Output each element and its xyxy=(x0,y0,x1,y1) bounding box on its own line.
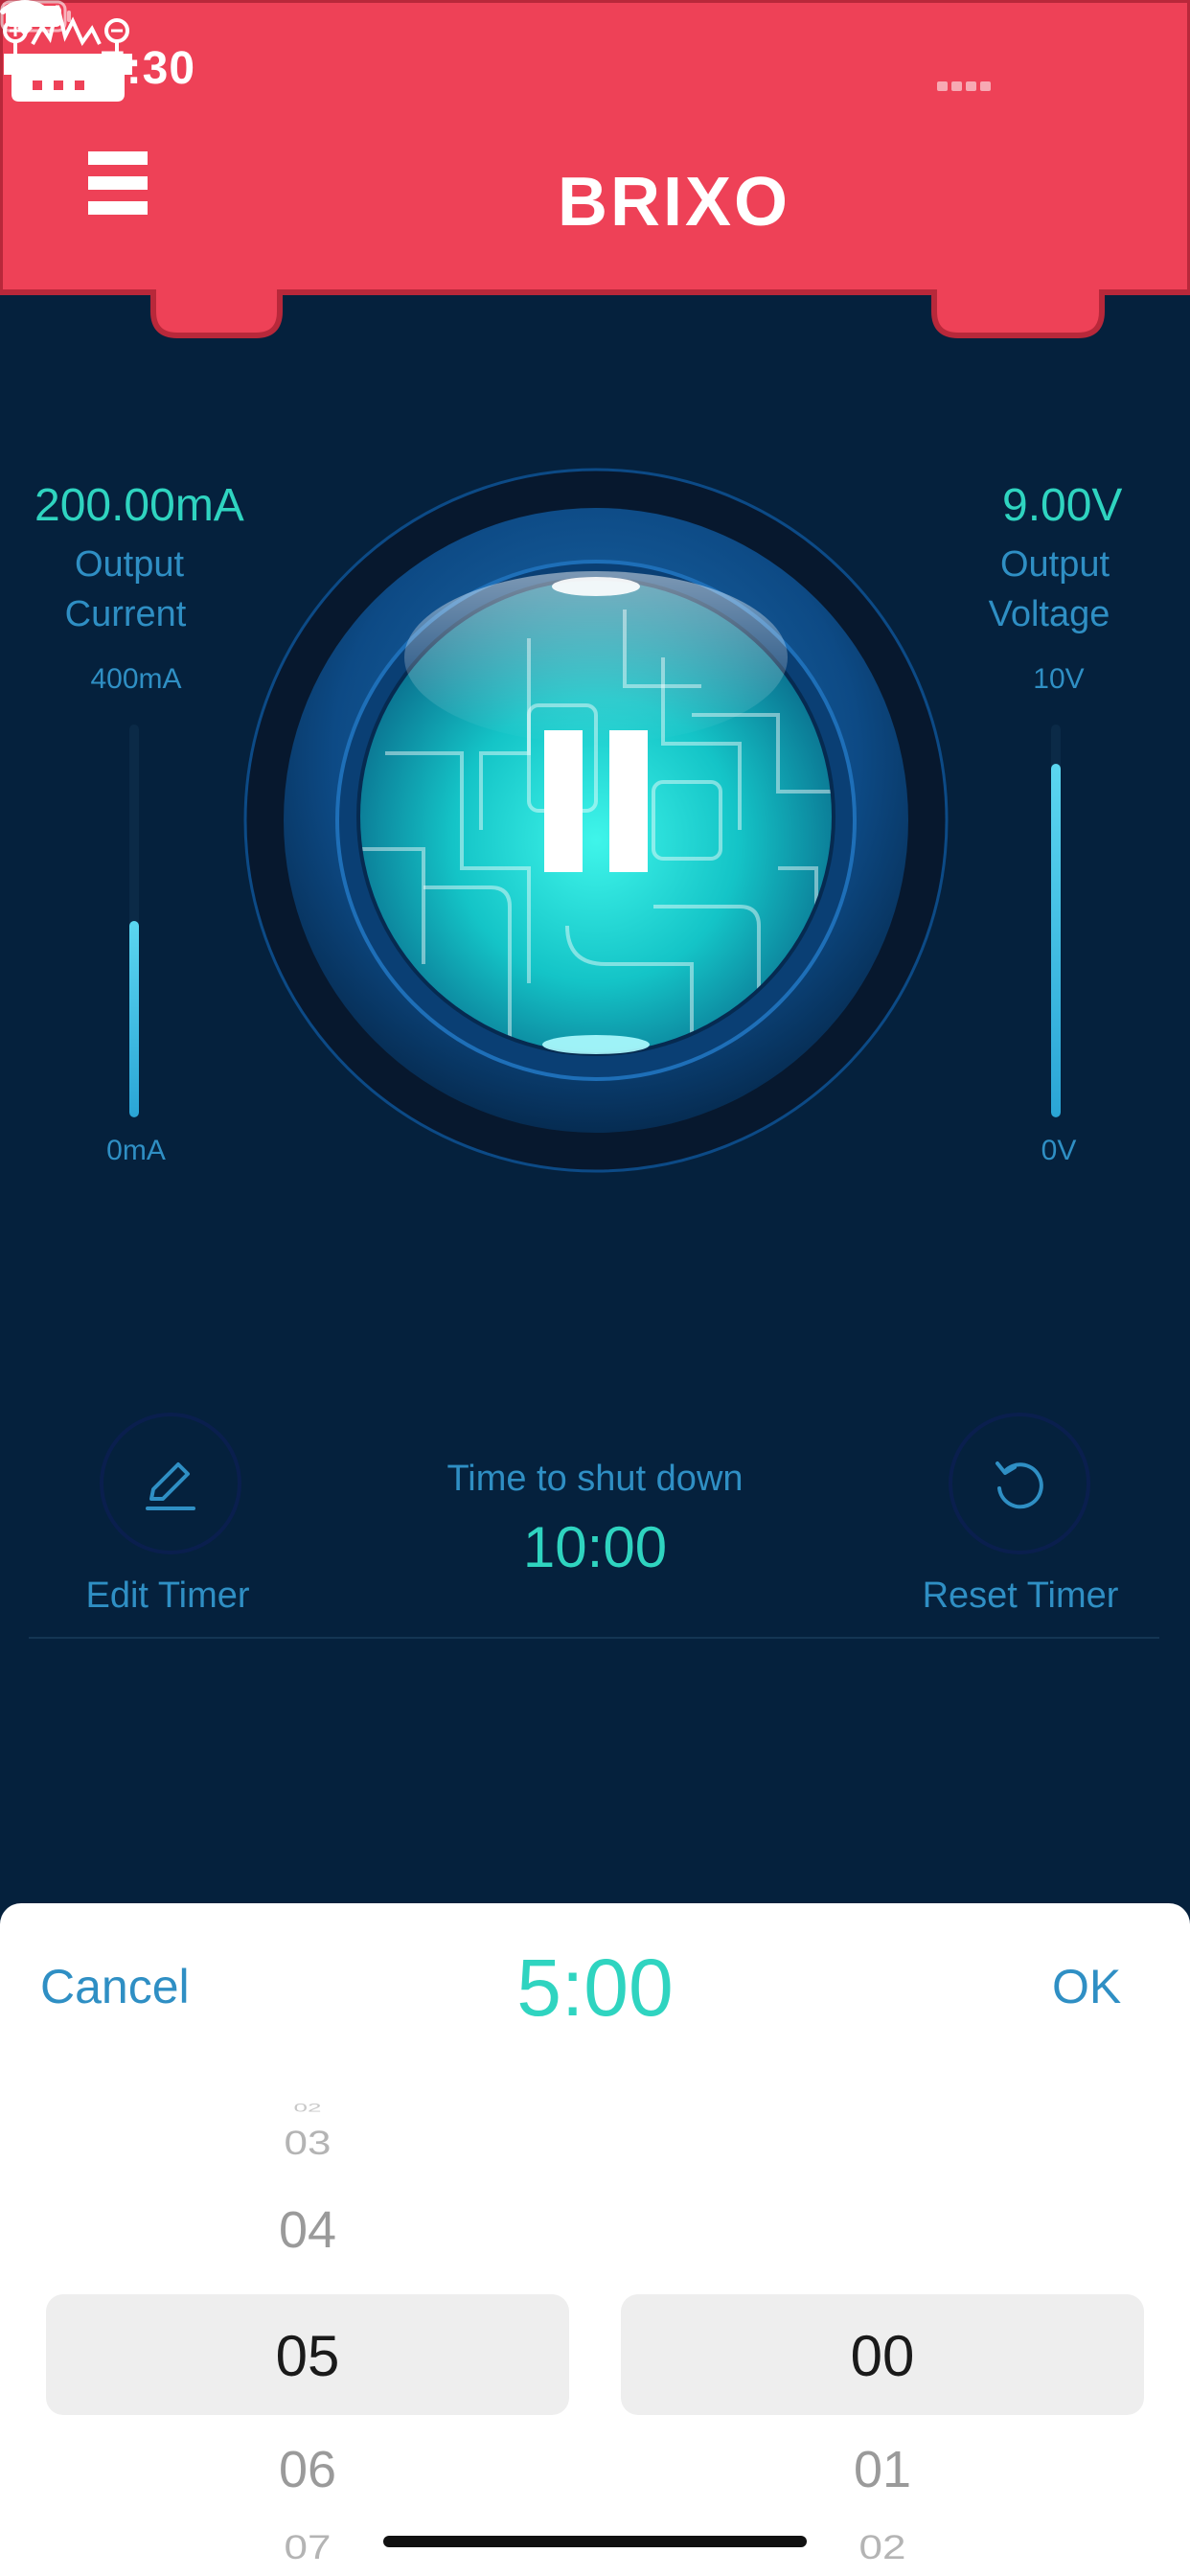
reset-icon xyxy=(995,1461,1043,1509)
output-voltage-label-line1: Output xyxy=(999,544,1110,585)
brixo-logo-icon xyxy=(3,5,132,102)
minutes-option[interactable]: 02 xyxy=(46,2102,569,2115)
current-max-label: 400mA xyxy=(90,663,182,695)
output-current-label-line1: Output xyxy=(74,544,185,585)
ok-button[interactable]: OK xyxy=(1052,1959,1121,2014)
minutes-option[interactable]: 03 xyxy=(46,2125,569,2163)
minutes-option[interactable]: 04 xyxy=(46,2200,569,2260)
current-min-label: 0mA xyxy=(106,1135,166,1166)
divider xyxy=(29,1637,1159,1639)
minutes-option[interactable]: 06 xyxy=(46,2440,569,2499)
app-header: 7:30 BRIXO xyxy=(0,0,1190,345)
timer-caption: Time to shut down xyxy=(446,1459,744,1499)
output-current-value: 200.00mA xyxy=(34,480,244,531)
timer-value: 10:00 xyxy=(522,1515,668,1579)
power-toggle-button[interactable] xyxy=(241,466,950,1175)
seconds-option[interactable]: 02 xyxy=(621,2529,1144,2567)
reset-timer-button[interactable] xyxy=(949,1413,1090,1554)
output-voltage-value: 9.00V xyxy=(1002,480,1123,531)
picker-selected-time: 5:00 xyxy=(516,1943,674,2033)
voltage-min-label: 0V xyxy=(1041,1135,1077,1166)
minutes-option[interactable]: 07 xyxy=(46,2529,569,2567)
voltage-level-bar xyxy=(1051,724,1061,1117)
current-level-bar xyxy=(129,724,139,1117)
cellular-signal-icon xyxy=(937,77,995,91)
voltage-level-fill xyxy=(1051,764,1061,1117)
seconds-selected[interactable]: 00 xyxy=(621,2323,1144,2389)
reset-timer-label[interactable]: Reset Timer xyxy=(891,1576,1150,1617)
edit-timer-label[interactable]: Edit Timer xyxy=(38,1576,297,1617)
timer-picker-sheet: Cancel 5:00 OK 02 03 04 05 06 07 00 01 0… xyxy=(0,1903,1190,2576)
output-voltage-label-line2: Voltage xyxy=(988,594,1110,634)
output-current-label-line2: Current xyxy=(64,594,187,634)
current-level-fill xyxy=(129,921,139,1117)
pencil-icon xyxy=(146,1462,195,1510)
menu-icon[interactable] xyxy=(88,151,149,215)
seconds-option[interactable]: 01 xyxy=(621,2440,1144,2499)
minutes-selected[interactable]: 05 xyxy=(46,2323,569,2389)
home-indicator[interactable] xyxy=(383,2536,807,2547)
cancel-button[interactable]: Cancel xyxy=(40,1959,190,2014)
brand-name: BRIXO xyxy=(558,164,791,241)
voltage-max-label: 10V xyxy=(1033,663,1085,695)
edit-timer-button[interactable] xyxy=(100,1413,241,1554)
